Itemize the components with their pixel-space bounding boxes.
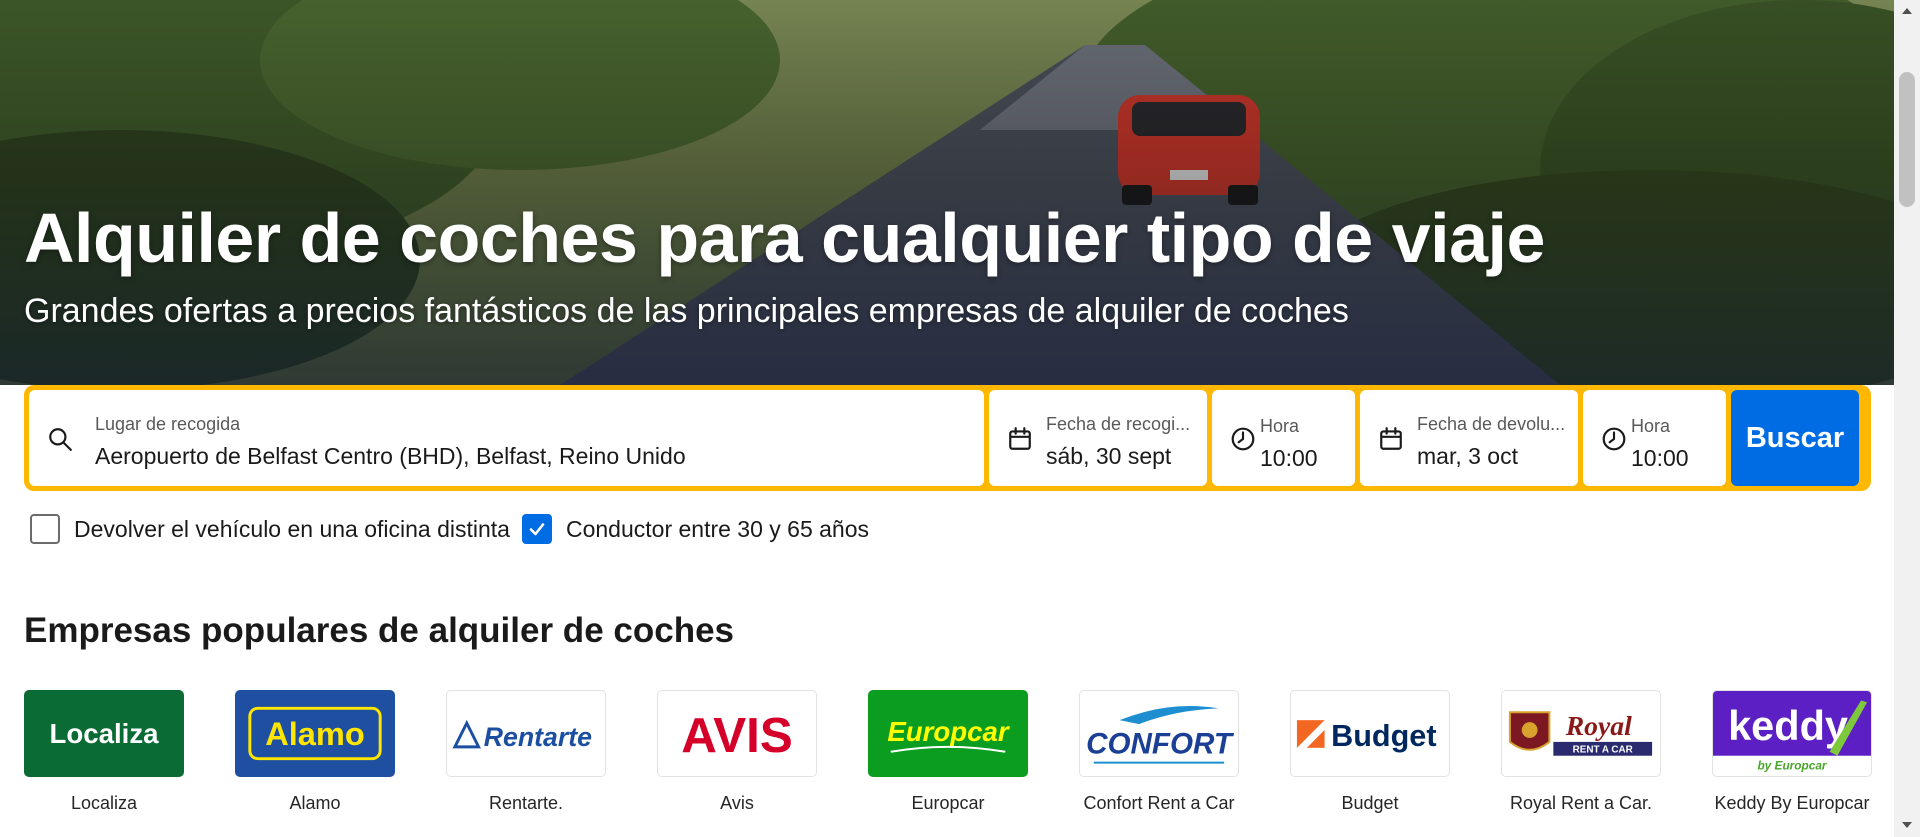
return-date-value[interactable]: mar, 3 oct <box>1417 443 1518 470</box>
driver-age-checkbox[interactable] <box>521 514 552 544</box>
svg-text:Rentarte: Rentarte <box>484 722 592 752</box>
svg-text:Royal: Royal <box>1565 710 1632 741</box>
scroll-down-icon[interactable] <box>1902 822 1912 828</box>
svg-text:CONFORT: CONFORT <box>1086 728 1235 761</box>
search-icon <box>49 428 72 451</box>
companies-section-title: Empresas populares de alquiler de coches <box>24 611 734 650</box>
search-button[interactable]: Buscar <box>1731 390 1859 486</box>
company-name[interactable]: Budget <box>1341 793 1398 814</box>
checkmark-icon <box>529 523 545 536</box>
company-name[interactable]: Alamo <box>289 793 340 814</box>
company-card-keddy[interactable]: keddy by Europcar Keddy By Europcar <box>1712 690 1872 814</box>
company-name[interactable]: Confort Rent a Car <box>1083 793 1234 814</box>
company-name[interactable]: Europcar <box>911 793 984 814</box>
pickup-time-field[interactable]: Hora 10:00 <box>1212 390 1355 486</box>
royal-logo[interactable]: Royal RENT A CAR <box>1501 690 1661 777</box>
budget-logo[interactable]: Budget <box>1290 690 1450 777</box>
pickup-time-label: Hora <box>1260 416 1300 436</box>
company-card-confort[interactable]: CONFORT Confort Rent a Car <box>1079 690 1239 814</box>
return-date-field[interactable]: Fecha de devolu... mar, 3 oct <box>1360 390 1578 486</box>
scroll-up-icon[interactable] <box>1902 8 1912 14</box>
companies-list: Localiza Localiza Alamo Alamo Rentarte R… <box>24 690 1872 814</box>
calendar-icon <box>1009 427 1031 450</box>
driver-age-label[interactable]: Conductor entre 30 y 65 años <box>566 516 869 543</box>
page-title: Alquiler de coches para cualquier tipo d… <box>24 199 1545 277</box>
search-options: Devolver el vehículo en una oficina dist… <box>30 513 881 545</box>
driver-age-option[interactable]: Conductor entre 30 y 65 años <box>521 514 869 544</box>
europcar-logo[interactable]: Europcar <box>868 690 1028 777</box>
company-card-alamo[interactable]: Alamo Alamo <box>235 690 395 814</box>
different-return-label[interactable]: Devolver el vehículo en una oficina dist… <box>74 516 510 543</box>
company-name[interactable]: Royal Rent a Car. <box>1510 793 1652 814</box>
svg-text:Budget: Budget <box>1331 719 1436 753</box>
search-bar: Lugar de recogida Aeropuerto de Belfast … <box>24 385 1871 491</box>
return-time-label: Hora <box>1631 416 1671 436</box>
pickup-location-label: Lugar de recogida <box>95 414 241 434</box>
company-card-localiza[interactable]: Localiza Localiza <box>24 690 184 814</box>
clock-icon <box>1231 427 1255 451</box>
localiza-logo[interactable]: Localiza <box>24 690 184 777</box>
different-return-checkbox[interactable] <box>30 514 60 544</box>
company-card-rentarte[interactable]: Rentarte Rentarte. <box>446 690 606 814</box>
different-return-option[interactable]: Devolver el vehículo en una oficina dist… <box>30 514 510 544</box>
car-rental-page: Alquiler de coches para cualquier tipo d… <box>0 0 1920 837</box>
svg-text:keddy: keddy <box>1728 702 1848 749</box>
svg-text:Localiza: Localiza <box>49 718 159 749</box>
company-card-royal[interactable]: Royal RENT A CAR Royal Rent a Car. <box>1501 690 1661 814</box>
company-card-budget[interactable]: Budget Budget <box>1290 690 1450 814</box>
company-card-avis[interactable]: AVIS Avis <box>657 690 817 814</box>
company-name[interactable]: Localiza <box>71 793 137 814</box>
company-card-europcar[interactable]: Europcar Europcar <box>868 690 1028 814</box>
calendar-icon <box>1380 427 1402 450</box>
return-date-label: Fecha de devolu... <box>1417 414 1566 434</box>
pickup-date-label: Fecha de recogi... <box>1046 414 1191 434</box>
page-subtitle: Grandes ofertas a precios fantásticos de… <box>24 292 1349 330</box>
page-scrollbar[interactable] <box>1894 0 1920 837</box>
pickup-location-value[interactable]: Aeropuerto de Belfast Centro (BHD), Belf… <box>95 443 965 470</box>
return-time-field[interactable]: Hora 10:00 <box>1583 390 1726 486</box>
scroll-thumb[interactable] <box>1899 72 1915 207</box>
keddy-logo[interactable]: keddy by Europcar <box>1712 690 1872 777</box>
svg-text:RENT A CAR: RENT A CAR <box>1573 745 1633 756</box>
alamo-logo[interactable]: Alamo <box>235 690 395 777</box>
confort-logo[interactable]: CONFORT <box>1079 690 1239 777</box>
svg-text:Alamo: Alamo <box>265 716 365 752</box>
rentarte-logo[interactable]: Rentarte <box>446 690 606 777</box>
pickup-date-value[interactable]: sáb, 30 sept <box>1046 443 1171 470</box>
company-name[interactable]: Avis <box>720 793 754 814</box>
return-time-value[interactable]: 10:00 <box>1631 445 1689 472</box>
clock-icon <box>1602 427 1626 451</box>
pickup-location-field[interactable]: Lugar de recogida Aeropuerto de Belfast … <box>29 390 984 486</box>
company-name[interactable]: Keddy By Europcar <box>1714 793 1869 814</box>
pickup-time-value[interactable]: 10:00 <box>1260 445 1318 472</box>
avis-logo[interactable]: AVIS <box>657 690 817 777</box>
svg-text:AVIS: AVIS <box>681 708 793 763</box>
company-name[interactable]: Rentarte. <box>489 793 563 814</box>
svg-text:by Europcar: by Europcar <box>1757 759 1827 773</box>
svg-text:Europcar: Europcar <box>887 716 1011 747</box>
pickup-date-field[interactable]: Fecha de recogi... sáb, 30 sept <box>989 390 1207 486</box>
hero-banner: Alquiler de coches para cualquier tipo d… <box>0 0 1894 385</box>
